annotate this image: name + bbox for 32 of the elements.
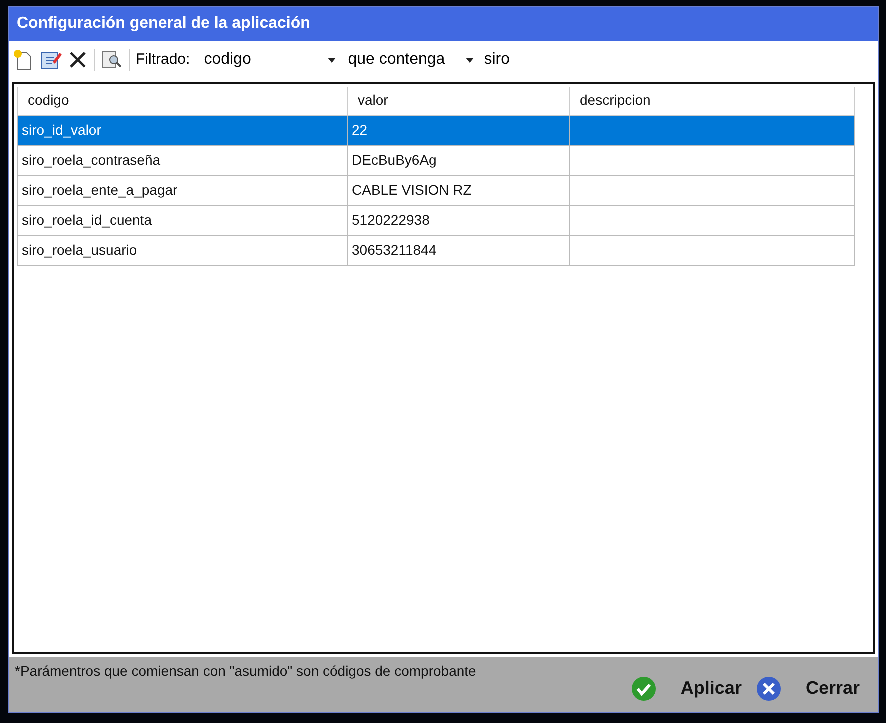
table-cell: CABLE VISION RZ xyxy=(348,175,570,205)
table-cell: 30653211844 xyxy=(348,235,570,265)
table-cell: DEcBuBy6Ag xyxy=(348,145,570,175)
table-cell: siro_roela_ente_a_pagar xyxy=(18,175,348,205)
table-cell: siro_id_valor xyxy=(18,115,348,145)
filter-label: Filtrado: xyxy=(136,50,190,70)
table-row[interactable]: siro_roela_ente_a_pagar CABLE VISION RZ xyxy=(18,175,854,205)
new-document-icon[interactable] xyxy=(12,49,34,71)
table-row[interactable]: siro_roela_id_cuenta 5120222938 xyxy=(18,205,854,235)
table-row[interactable]: siro_roela_usuario 30653211844 xyxy=(18,235,854,265)
condition-dropdown[interactable]: que contenga xyxy=(344,47,476,73)
table-row[interactable]: siro_id_valor 22 xyxy=(18,115,854,145)
table-cell: 22 xyxy=(348,115,570,145)
column-header[interactable]: codigo xyxy=(18,87,348,115)
table-cell: siro_roela_usuario xyxy=(18,235,348,265)
footer-note: *Parámentros que comiensan con "asumido" son códigos de comprobante xyxy=(15,662,476,681)
caret-icon xyxy=(466,58,474,62)
table-cell: siro_roela_id_cuenta xyxy=(18,205,348,235)
table-cell: 5120222938 xyxy=(348,205,570,235)
checkmark-icon xyxy=(630,676,657,702)
table-cell: siro_roela_contraseña xyxy=(18,145,348,175)
caret-icon xyxy=(328,58,336,62)
column-header[interactable]: descripcion xyxy=(570,87,854,115)
close-icon xyxy=(756,676,782,702)
field-dropdown[interactable]: codigo xyxy=(196,47,338,73)
window-title: Configuración general de la aplicación xyxy=(17,14,310,34)
apply-button[interactable]: Aplicar xyxy=(630,675,742,702)
close-button[interactable]: Cerrar xyxy=(756,675,860,702)
column-header[interactable]: valor xyxy=(348,87,570,115)
close-icon[interactable] xyxy=(68,50,88,70)
search-document-icon[interactable] xyxy=(101,49,123,71)
table-row[interactable]: siro_roela_contraseña DEcBuBy6Ag xyxy=(18,145,854,175)
